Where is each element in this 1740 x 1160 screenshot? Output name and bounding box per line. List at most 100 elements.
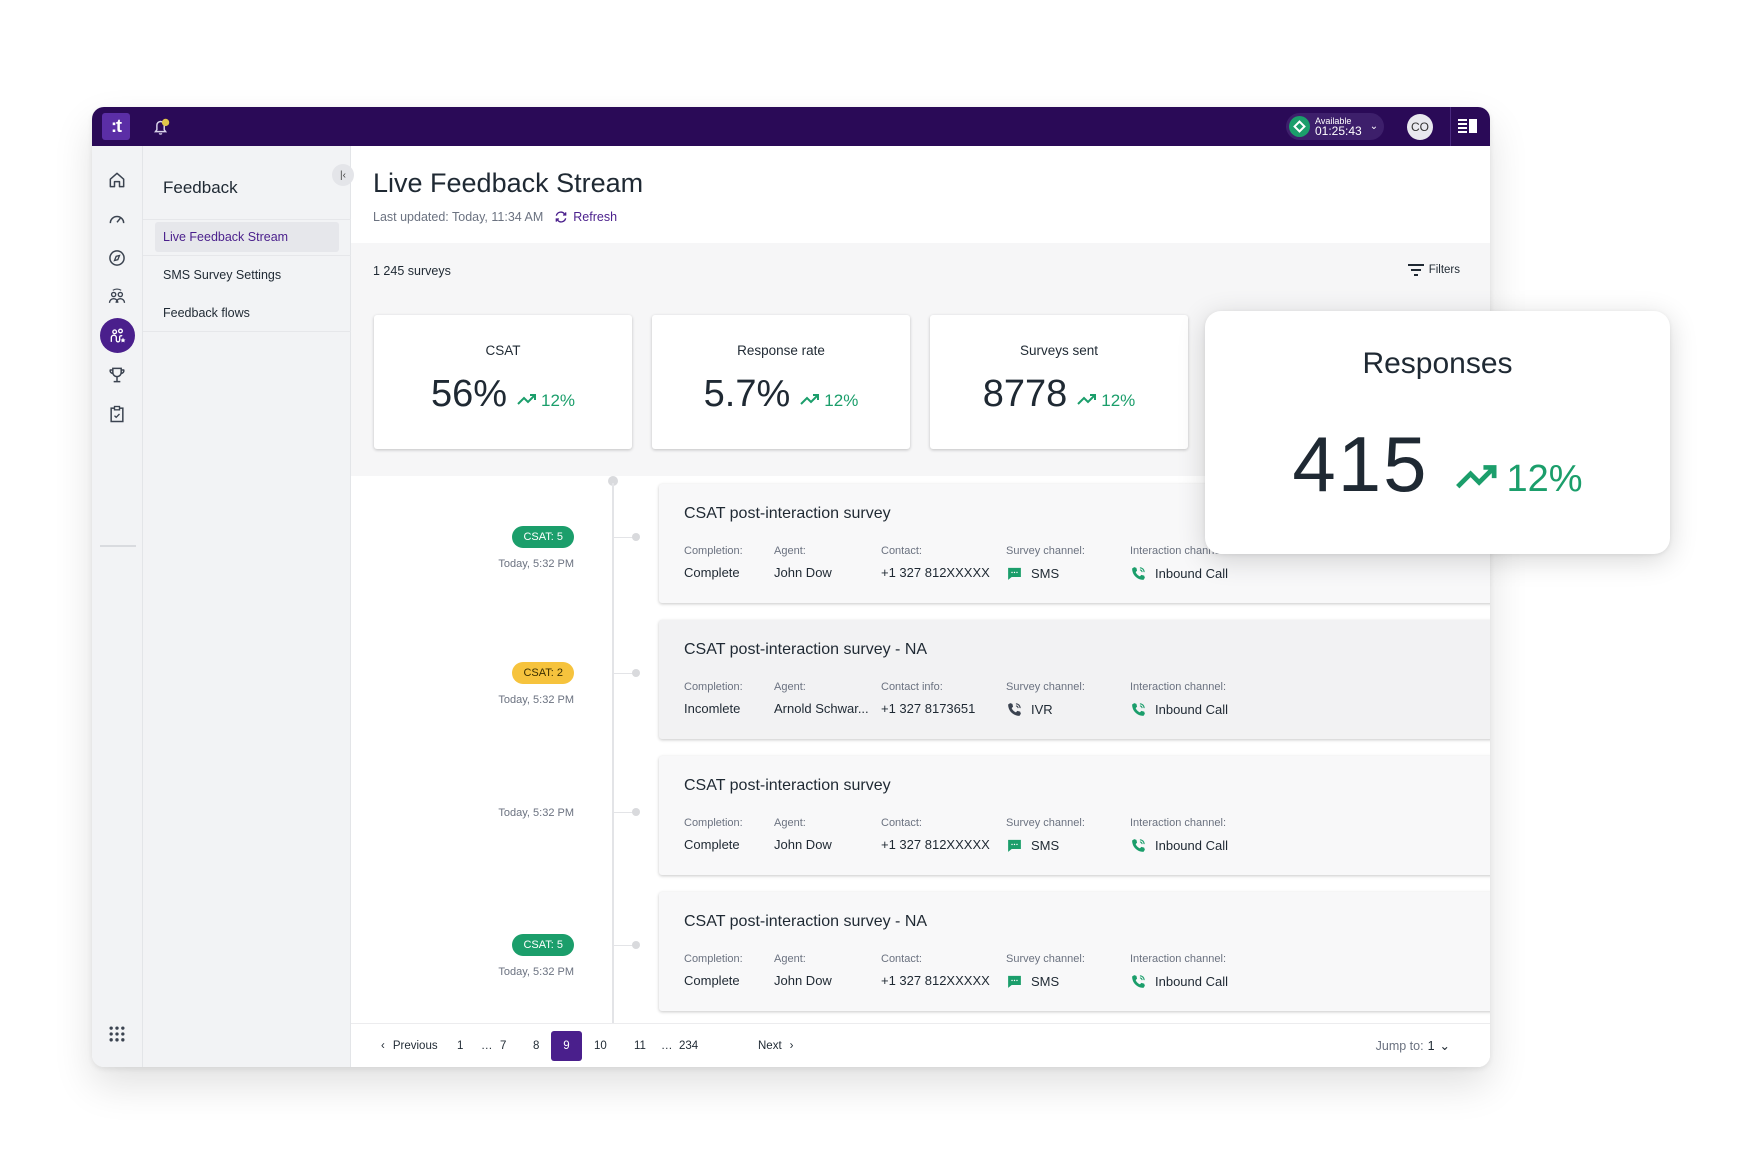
sidebar-item-live-feedback-stream[interactable]: Live Feedback Stream — [155, 222, 339, 252]
survey-card[interactable]: CSAT post-interaction survey - NA Complet… — [659, 620, 1490, 739]
timeline-connector — [614, 812, 634, 813]
csat-score-badge: CSAT: 2 — [512, 662, 574, 684]
clipboard-check-icon[interactable] — [105, 402, 129, 426]
compass-icon[interactable] — [105, 246, 129, 270]
filters-button[interactable]: Filters — [1407, 263, 1460, 277]
sidebar-item-feedback-flows[interactable]: Feedback flows — [155, 298, 339, 328]
refresh-button[interactable]: Refresh — [553, 209, 617, 225]
jump-to-page-select[interactable]: Jump to: 1 ⌄ — [1375, 1038, 1450, 1054]
feedback-entry: CSAT: 5 Today, 5:32 PM CSAT post-interacti… — [351, 892, 1490, 1011]
field-value: SMS — [1031, 974, 1060, 989]
agent-field: Agent: John Dow — [774, 817, 832, 852]
chevron-left-icon: ‹ — [381, 1040, 385, 1052]
app-window: :t Available 01:25:43 ⌄ CO Feedback Live… — [92, 107, 1490, 1067]
survey-channel-field: Survey channel: SMS — [1006, 953, 1085, 990]
interaction-channel-field: Interaction channel: Inbound Call — [1130, 681, 1228, 718]
timeline-dot — [632, 533, 640, 541]
survey-card[interactable]: CSAT post-interaction survey Completion: C… — [659, 756, 1490, 875]
stat-card-csat: CSAT 56% 12% — [374, 315, 632, 449]
inbound-call-icon — [1132, 975, 1145, 988]
sms-icon — [1008, 975, 1021, 988]
trophy-icon[interactable] — [105, 363, 129, 387]
page-button[interactable]: 1 — [457, 1035, 463, 1057]
field-value: Arnold Schwar... — [774, 701, 869, 716]
app-logo[interactable]: :t — [102, 113, 130, 140]
field-label: Contact: — [881, 545, 922, 557]
last-updated: Last updated: Today, 11:34 AM Refresh — [373, 209, 617, 225]
sidebar-divider — [143, 219, 351, 220]
field-label: Agent: — [774, 545, 806, 557]
field-label: Completion: — [684, 953, 743, 965]
interaction-channel-field: Interaction channel: Inbound Call — [1130, 953, 1228, 990]
page-button[interactable]: 10 — [594, 1035, 607, 1057]
previous-label: Previous — [392, 1040, 438, 1052]
contact-field: Contact info: +1 327 8173651 — [881, 681, 975, 716]
side-panel-toggle-icon[interactable] — [1458, 118, 1478, 134]
interaction-channel-field: Interaction channel: Inbound Call — [1130, 817, 1228, 854]
next-label: Next — [758, 1040, 782, 1052]
rail-divider — [100, 545, 136, 547]
field-value: Inbound Call — [1155, 838, 1228, 853]
trending-up-icon — [517, 394, 537, 405]
chevron-right-icon: › — [789, 1040, 794, 1052]
stat-trend-value: 12% — [824, 391, 859, 410]
field-value: +1 327 812XXXXX — [881, 973, 990, 988]
survey-channel-field: Survey channel: SMS — [1006, 545, 1085, 582]
dashboard-gauge-icon[interactable] — [105, 207, 129, 231]
contact-field: Contact: +1 327 812XXXXX — [881, 953, 990, 988]
field-value: +1 327 8173651 — [881, 701, 976, 716]
agent-status-selector[interactable]: Available 01:25:43 ⌄ — [1286, 113, 1384, 140]
notification-bell-icon[interactable] — [150, 116, 172, 138]
previous-page-button[interactable]: ‹ Previous — [381, 1035, 438, 1057]
apps-grid-icon[interactable] — [105, 1022, 129, 1046]
field-value: John Dow — [774, 837, 832, 852]
collapse-sidebar-button[interactable]: |‹ — [332, 164, 354, 186]
page-button[interactable]: 11 — [634, 1035, 646, 1057]
responses-highlight-card: Responses 415 12% — [1205, 311, 1670, 554]
survey-title: CSAT post-interaction survey — [684, 505, 891, 522]
completion-field: Completion: Complete — [684, 545, 743, 580]
survey-card[interactable]: CSAT post-interaction survey - NA Complet… — [659, 892, 1490, 1011]
home-icon[interactable] — [105, 168, 129, 192]
team-icon[interactable] — [105, 285, 129, 309]
responses-trend-value: 12% — [1506, 458, 1583, 500]
survey-channel-field: Survey channel: IVR — [1006, 681, 1085, 718]
field-label: Survey channel: — [1006, 545, 1085, 557]
inbound-call-icon — [1132, 839, 1145, 852]
next-page-button[interactable]: Next › — [758, 1035, 794, 1057]
feedback-sidebar: Feedback Live Feedback Stream SMS Survey… — [143, 146, 351, 1067]
field-value: +1 327 812XXXXX — [881, 837, 990, 852]
field-value: Complete — [684, 565, 740, 580]
timeline-dot — [632, 941, 640, 949]
feedback-entry: CSAT: 2 Today, 5:32 PM CSAT post-interacti… — [351, 620, 1490, 739]
completion-field: Completion: Complete — [684, 817, 743, 852]
pagination-ellipsis: … — [661, 1040, 673, 1052]
inbound-call-icon — [1132, 567, 1145, 580]
user-avatar[interactable]: CO — [1407, 114, 1433, 140]
page-button[interactable]: 9 — [551, 1031, 582, 1061]
stat-value: 5.7% — [703, 373, 791, 415]
status-available-icon — [1289, 116, 1310, 137]
stat-trend-value: 12% — [1101, 391, 1136, 410]
survey-title: CSAT post-interaction survey - NA — [684, 641, 928, 658]
feedback-icon[interactable] — [100, 318, 135, 353]
responses-label: Responses — [1362, 347, 1513, 380]
page-button[interactable]: 234 — [679, 1035, 698, 1057]
topbar-divider — [1450, 107, 1451, 146]
field-value: John Dow — [774, 973, 832, 988]
jump-to-value: 1 — [1427, 1038, 1435, 1053]
field-value: Complete — [684, 973, 740, 988]
field-value: SMS — [1031, 566, 1060, 581]
sms-icon — [1008, 839, 1021, 852]
agent-field: Agent: John Dow — [774, 545, 832, 580]
sidebar-item-sms-survey-settings[interactable]: SMS Survey Settings — [155, 260, 339, 290]
survey-channel-field: Survey channel: SMS — [1006, 817, 1085, 854]
page-button[interactable]: 8 — [533, 1035, 539, 1057]
page-button[interactable]: 7 — [500, 1035, 506, 1057]
jump-to-label: Jump to: — [1375, 1038, 1424, 1053]
stat-value: 56% — [430, 373, 508, 415]
chevron-down-icon: ⌄ — [1439, 1039, 1450, 1053]
field-value: Incomlete — [684, 701, 741, 716]
field-value: John Dow — [774, 565, 832, 580]
stat-trend: 12% — [800, 391, 858, 411]
